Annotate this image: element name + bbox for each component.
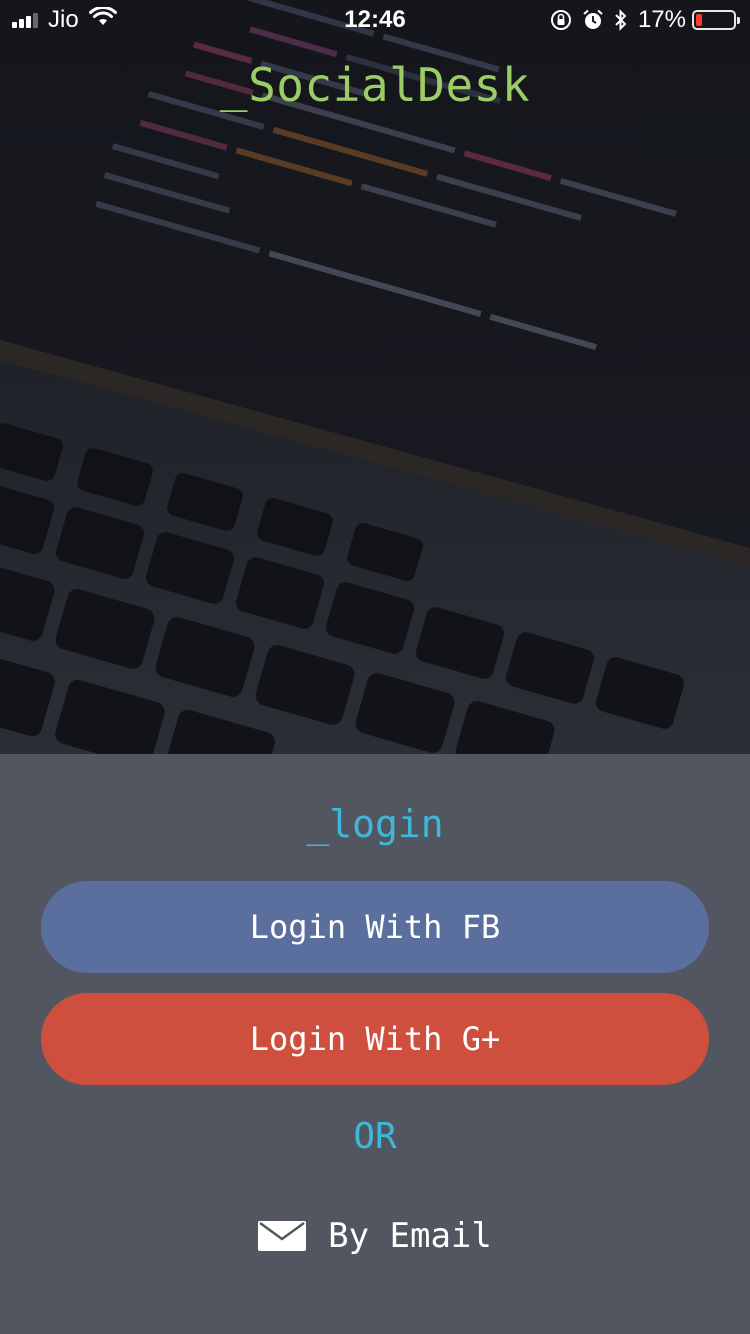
mail-icon	[258, 1221, 307, 1251]
login-heading: _login	[306, 802, 444, 846]
status-bar-right: 17%	[540, 6, 740, 34]
hero-background-image	[0, 0, 750, 754]
login-panel: _login Login With FB Login With G+ OR By…	[0, 754, 750, 1334]
facebook-button-label: Login With FB	[249, 908, 501, 946]
battery-percent: 17%	[637, 6, 686, 33]
login-screen: Jio 12:46 17% _SocialDesk _login Login W…	[0, 0, 750, 1334]
laptop-code-illustration	[0, 0, 750, 754]
orientation-lock-icon	[550, 9, 572, 31]
alarm-icon	[582, 9, 604, 31]
battery-icon	[692, 10, 740, 30]
or-divider-label: OR	[353, 1116, 397, 1157]
app-title: _SocialDesk	[219, 58, 531, 112]
login-by-email-button[interactable]: By Email	[0, 1216, 750, 1256]
login-with-google-button[interactable]: Login With G+	[41, 993, 709, 1085]
google-button-label: Login With G+	[249, 1020, 501, 1058]
battery-level-fill	[696, 14, 702, 26]
login-with-facebook-button[interactable]: Login With FB	[41, 881, 709, 973]
email-button-label: By Email	[328, 1216, 492, 1256]
bluetooth-icon	[614, 9, 628, 31]
status-bar: Jio 12:46 17%	[0, 0, 750, 40]
